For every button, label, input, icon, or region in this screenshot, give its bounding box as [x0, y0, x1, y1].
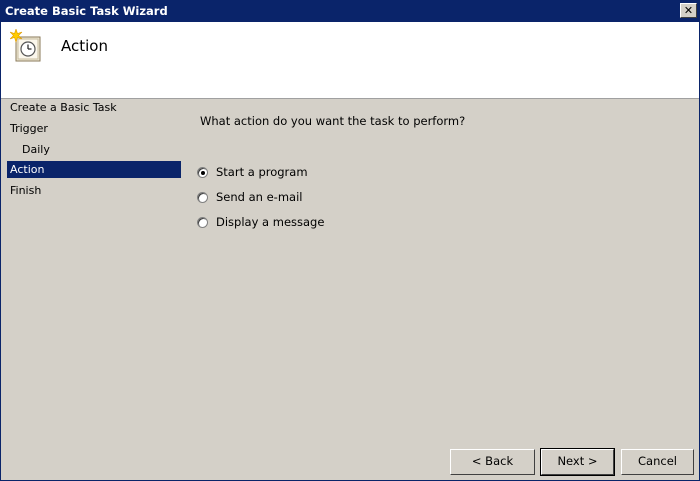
window-title: Create Basic Task Wizard — [5, 4, 168, 18]
radio-send-email[interactable] — [197, 191, 208, 203]
close-button[interactable]: ✕ — [680, 3, 697, 18]
option-send-email[interactable]: Send an e-mail — [197, 189, 302, 205]
option-send-email-label[interactable]: Send an e-mail — [216, 190, 302, 204]
option-start-program[interactable]: Start a program — [197, 164, 308, 180]
nav-step-finish[interactable]: Finish — [7, 182, 181, 199]
option-display-message-label[interactable]: Display a message — [216, 215, 324, 229]
page-title: Action — [61, 37, 108, 55]
wizard-steps-nav: Create a Basic Task Trigger Daily Action… — [1, 99, 187, 399]
nav-step-action[interactable]: Action — [7, 161, 181, 178]
action-question: What action do you want the task to perf… — [200, 114, 466, 128]
cancel-button[interactable]: Cancel — [621, 449, 694, 475]
next-button[interactable]: Next > — [540, 448, 615, 476]
nav-step-create-basic-task[interactable]: Create a Basic Task — [7, 99, 181, 116]
nav-step-daily[interactable]: Daily — [19, 141, 181, 158]
radio-display-message[interactable] — [197, 216, 208, 228]
wizard-window: Create Basic Task Wizard ✕ Action Create… — [0, 0, 700, 481]
back-button[interactable]: < Back — [450, 449, 535, 475]
option-display-message[interactable]: Display a message — [197, 214, 324, 230]
task-scheduler-clock-icon — [10, 29, 41, 62]
radio-start-program[interactable] — [197, 166, 208, 178]
title-bar[interactable]: Create Basic Task Wizard ✕ — [1, 1, 699, 22]
nav-step-trigger[interactable]: Trigger — [7, 120, 181, 137]
wizard-header: Action — [1, 22, 699, 98]
option-start-program-label[interactable]: Start a program — [216, 165, 308, 179]
